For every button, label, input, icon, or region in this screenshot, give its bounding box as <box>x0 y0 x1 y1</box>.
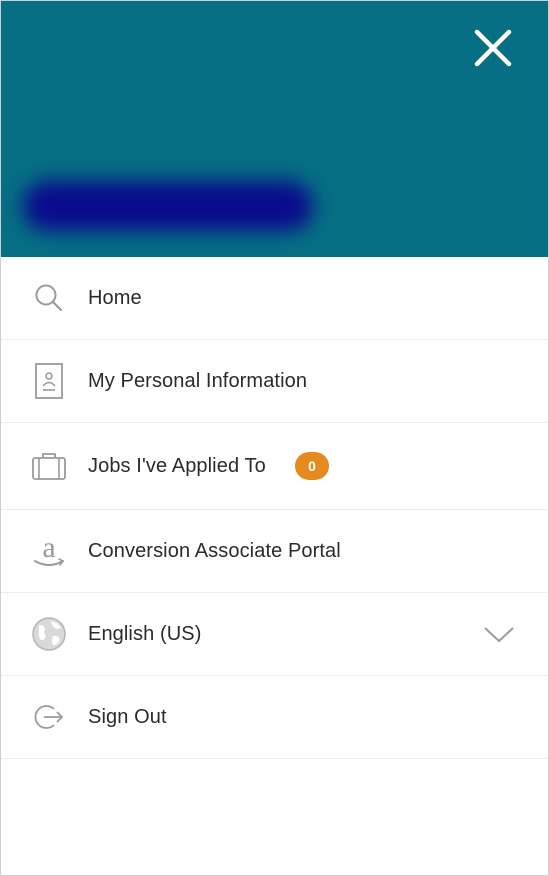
globe-icon <box>29 614 69 654</box>
user-name-redacted <box>9 167 321 247</box>
menu-item-label: Home <box>88 286 142 309</box>
menu-item-personal-information[interactable]: My Personal Information <box>1 340 548 423</box>
amazon-icon: a <box>29 531 69 571</box>
search-icon <box>29 278 69 318</box>
menu-item-label: My Personal Information <box>88 369 308 392</box>
menu-item-label: Sign Out <box>88 705 167 728</box>
menu-item-home[interactable]: Home <box>1 257 548 340</box>
sign-out-icon <box>29 697 69 737</box>
menu-item-sign-out[interactable]: Sign Out <box>1 676 548 759</box>
side-menu-panel: Home My Personal Information Jobs I've A… <box>0 0 549 876</box>
svg-text:a: a <box>42 531 55 564</box>
menu-item-label: Conversion Associate Portal <box>88 539 341 562</box>
menu-item-jobs-applied[interactable]: Jobs I've Applied To 0 <box>1 423 548 510</box>
language-label: English (US) <box>88 622 202 645</box>
briefcase-icon <box>29 446 69 486</box>
chevron-down-icon[interactable] <box>482 624 516 644</box>
jobs-count-badge: 0 <box>295 452 329 480</box>
close-button[interactable] <box>472 27 514 69</box>
menu-header <box>1 1 548 257</box>
menu-item-label: Jobs I've Applied To <box>88 454 266 477</box>
close-icon <box>474 29 512 67</box>
id-card-icon <box>29 361 69 401</box>
nav-menu: Home My Personal Information Jobs I've A… <box>1 257 548 759</box>
menu-item-associate-portal[interactable]: a Conversion Associate Portal <box>1 510 548 593</box>
language-selector[interactable]: English (US) <box>1 593 548 676</box>
